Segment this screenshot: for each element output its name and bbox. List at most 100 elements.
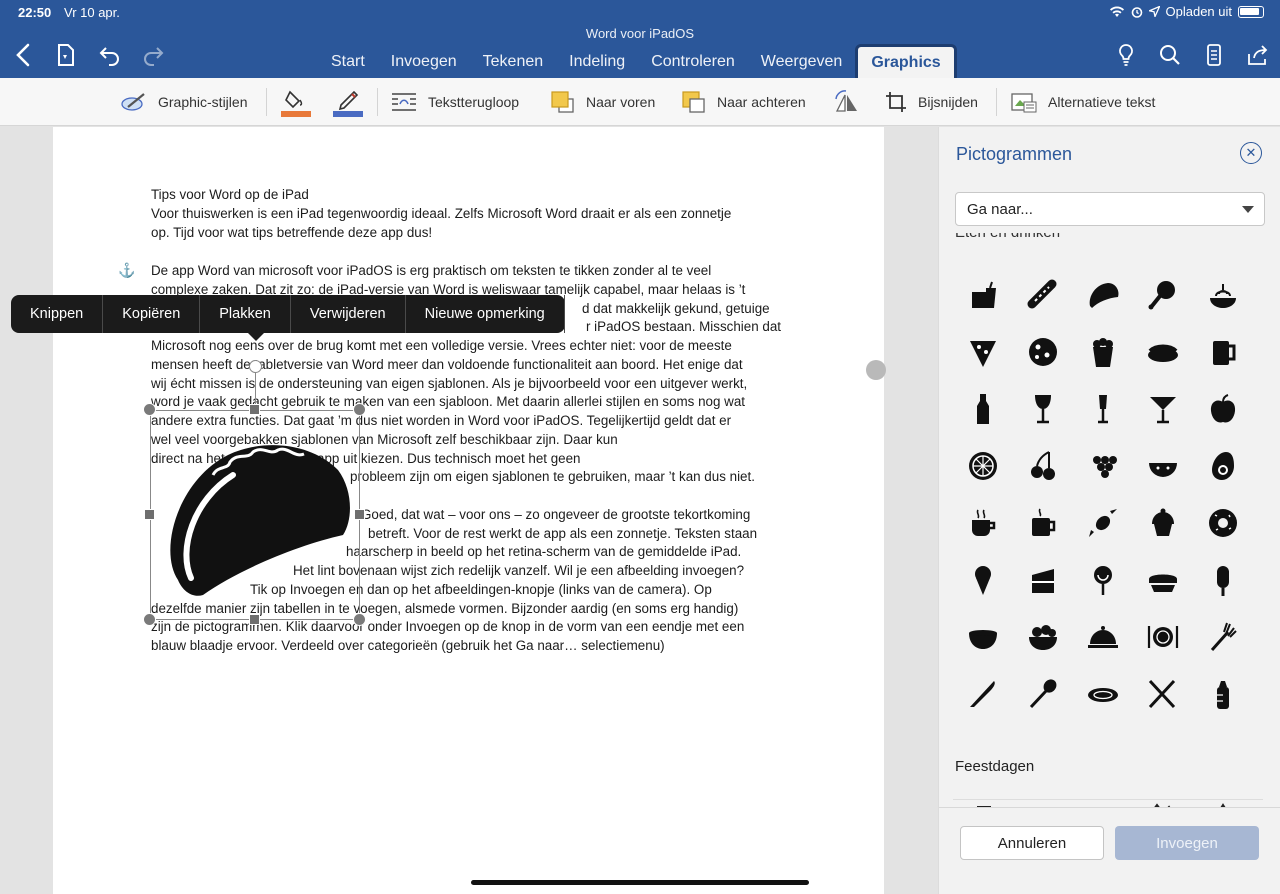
spoon-icon[interactable] <box>1013 666 1073 722</box>
location-icon <box>1148 6 1160 17</box>
redo-icon[interactable] <box>138 40 168 70</box>
fill-color-button[interactable] <box>280 78 312 126</box>
rotate-button[interactable] <box>831 78 861 126</box>
hotdog-icon[interactable] <box>1013 267 1073 323</box>
tab-tekenen[interactable]: Tekenen <box>470 44 557 78</box>
tab-controleren[interactable]: Controleren <box>638 44 748 78</box>
line-color-button[interactable] <box>332 78 364 126</box>
doc-line: Microsoft nog eens over de brug komt met… <box>151 338 732 353</box>
champagne-icon[interactable] <box>1073 381 1133 437</box>
pizza-icon[interactable] <box>1013 324 1073 380</box>
alt-text-button[interactable]: Alternatieve tekst <box>1010 78 1155 126</box>
cut-menu-item[interactable]: Knippen <box>11 295 104 333</box>
citrus-icon[interactable] <box>953 438 1013 494</box>
ribbon-tabs: Start Invoegen Tekenen Indeling Controle… <box>318 44 957 78</box>
popcorn-icon[interactable] <box>1073 324 1133 380</box>
rotate-handle[interactable] <box>249 360 262 373</box>
coffee-cup-icon[interactable] <box>953 495 1013 551</box>
tab-graphics[interactable]: Graphics <box>855 44 957 78</box>
bowl-icon[interactable] <box>953 609 1013 665</box>
tab-weergeven[interactable]: Weergeven <box>748 44 856 78</box>
send-backward-icon <box>682 91 705 113</box>
doc-line: haarscherp in beeld op het retina-scherm… <box>346 544 742 559</box>
delete-menu-item[interactable]: Verwijderen <box>291 295 406 333</box>
grapes-icon[interactable] <box>1073 438 1133 494</box>
crop-button[interactable]: Bijsnijden <box>884 78 978 126</box>
scroll-handle[interactable] <box>866 360 886 380</box>
undo-icon[interactable] <box>95 40 125 70</box>
wine-glass-icon[interactable] <box>1013 381 1073 437</box>
home-indicator <box>471 880 809 885</box>
cupcake-icon[interactable] <box>1133 495 1193 551</box>
cancel-button[interactable]: Annuleren <box>960 826 1104 860</box>
cherries-icon[interactable] <box>1013 438 1073 494</box>
close-icon[interactable]: ✕ <box>1240 142 1262 164</box>
paste-menu-item[interactable]: Plakken <box>200 295 291 333</box>
copy-menu-item[interactable]: Kopiëren <box>103 295 201 333</box>
doc-line: probleem zijn om eigen sjablonen te gebr… <box>350 469 755 484</box>
lightbulb-icon[interactable] <box>1111 40 1141 70</box>
file-icon[interactable] <box>51 40 81 70</box>
taco-icon[interactable] <box>1073 267 1133 323</box>
doc-line: Goed, dat wat – voor ons – zo ongeveer d… <box>361 507 751 522</box>
cocktail-icon[interactable] <box>1133 381 1193 437</box>
anchor-icon: ⚓ <box>118 262 136 278</box>
category-heading: Eten en drinken <box>955 233 1060 245</box>
knife-icon[interactable] <box>953 666 1013 722</box>
bottle-icon[interactable] <box>953 381 1013 437</box>
doc-line: wij écht missen is de ondersteuning van … <box>151 376 748 391</box>
charging-status: Opladen uit <box>1165 4 1233 19</box>
text-wrap-icon <box>392 93 416 111</box>
tab-invoegen[interactable]: Invoegen <box>378 44 470 78</box>
fork-icon[interactable] <box>1193 609 1253 665</box>
doc-line: Voor thuiswerken is een iPad tegenwoordi… <box>151 206 732 221</box>
context-menu: Knippen Kopiëren Plakken Verwijderen Nie… <box>11 295 565 341</box>
plate-cutlery-icon[interactable] <box>1133 609 1193 665</box>
candy-icon[interactable] <box>1073 495 1133 551</box>
cake-slice-icon[interactable] <box>1013 552 1073 608</box>
status-time: 22:50 <box>18 5 52 20</box>
beer-mug-icon[interactable] <box>1193 324 1253 380</box>
tab-start[interactable]: Start <box>318 44 378 78</box>
pizza-slice-icon[interactable] <box>953 324 1013 380</box>
doc-line: Tips voor Word op de iPad <box>151 187 309 202</box>
drumstick-icon[interactable] <box>1133 267 1193 323</box>
new-comment-menu-item[interactable]: Nieuwe opmerking <box>406 295 565 333</box>
cloche-icon[interactable] <box>1073 609 1133 665</box>
goto-dropdown[interactable]: Ga naar... <box>955 192 1265 226</box>
baby-bottle-icon[interactable] <box>1193 666 1253 722</box>
mug-icon[interactable] <box>1013 495 1073 551</box>
doc-line: blauw blaadje ervoor. Verdeeld over cate… <box>151 638 665 653</box>
graphic-styles-button[interactable]: Graphic-stijlen <box>120 78 247 126</box>
text-wrap-button[interactable]: Tekstterugloop <box>390 78 519 126</box>
reading-mode-icon[interactable] <box>1199 40 1229 70</box>
donut-icon[interactable] <box>1193 495 1253 551</box>
insert-button[interactable]: Invoegen <box>1115 826 1259 860</box>
lollipop-icon[interactable] <box>1073 552 1133 608</box>
popsicle-icon[interactable] <box>1193 552 1253 608</box>
plate-icon[interactable] <box>1073 666 1133 722</box>
share-icon[interactable] <box>1243 40 1273 70</box>
fruit-bowl-icon[interactable] <box>1013 609 1073 665</box>
avocado-icon[interactable] <box>1193 438 1253 494</box>
status-indicators: Opladen uit <box>1109 4 1264 19</box>
spaghetti-icon[interactable] <box>1193 267 1253 323</box>
icons-pane: Pictogrammen ✕ Ga naar... Eten en drinke… <box>938 127 1280 894</box>
ice-cream-icon[interactable] <box>953 552 1013 608</box>
doc-line: r iPadOS bestaan. Misschien dat <box>586 319 782 334</box>
watermelon-icon[interactable] <box>1133 438 1193 494</box>
back-icon[interactable] <box>8 40 38 70</box>
crossed-cutlery-icon[interactable] <box>1133 666 1193 722</box>
selected-taco-graphic[interactable] <box>143 360 366 626</box>
tab-indeling[interactable]: Indeling <box>556 44 638 78</box>
apple-icon[interactable] <box>1193 381 1253 437</box>
bring-forward-button[interactable]: Naar voren <box>550 78 655 126</box>
doc-line: d dat makkelijk gekund, getuige <box>582 301 770 316</box>
paint-bucket-icon <box>281 90 311 117</box>
send-backward-button[interactable]: Naar achteren <box>681 78 806 126</box>
sushi-icon[interactable] <box>1133 324 1193 380</box>
doc-line: zijn de pictogrammen. Klik daarvoor onde… <box>151 619 745 634</box>
fastfood-icon[interactable] <box>953 267 1013 323</box>
pie-icon[interactable] <box>1133 552 1193 608</box>
search-icon[interactable] <box>1155 40 1185 70</box>
